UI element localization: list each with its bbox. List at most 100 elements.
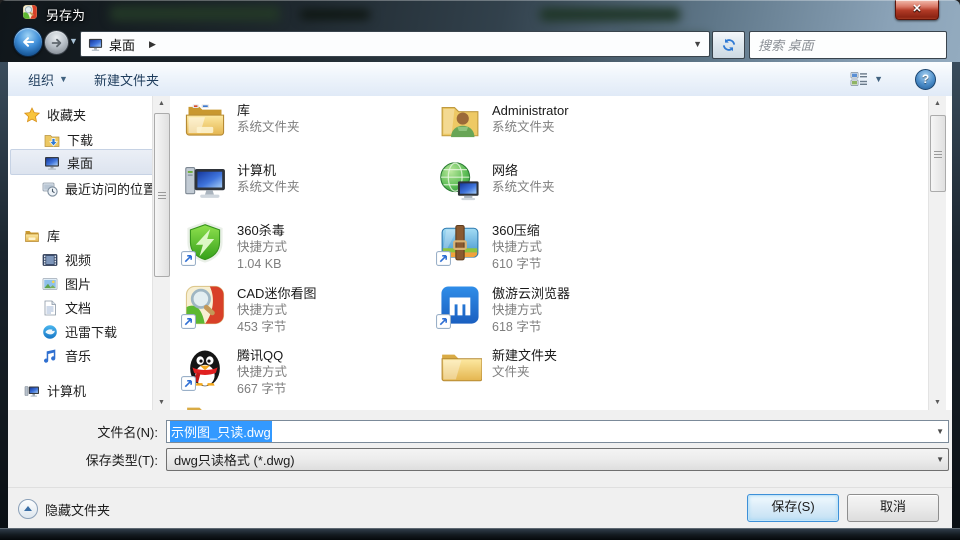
arrow-right-icon [51, 38, 61, 47]
download-folder-icon [44, 132, 60, 148]
file-item-maxthon-browser[interactable]: 傲游云浏览器 快捷方式 618 字节 [438, 283, 686, 336]
window-border-bottom [0, 528, 960, 540]
filename-dropdown-icon[interactable]: ▼ [936, 427, 944, 436]
save-button[interactable]: 保存(S) [747, 494, 839, 522]
file-item-cad-viewer[interactable]: CAD迷你看图 快捷方式 453 字节 [183, 283, 431, 336]
sidebar-item-computer[interactable]: 计算机 [24, 380, 86, 401]
sidebar-item-desktop[interactable]: 桌面 [44, 152, 93, 173]
shortcut-arrow-icon [436, 314, 451, 329]
cancel-button[interactable]: 取消 [847, 494, 939, 522]
libraries-icon [24, 228, 40, 244]
sidebar-item-favorites[interactable]: 收藏夹 [24, 104, 86, 125]
file-item-libraries[interactable]: 库系统文件夹 [183, 100, 431, 144]
sidebar-item-label: 迅雷下载 [65, 325, 118, 340]
network-globe-icon [438, 160, 482, 204]
sidebar-item-libraries[interactable]: 库 [24, 225, 60, 246]
save-as-dialog: 另存为 ✕ ▼ 桌面 ▶ ▼ 组织 ▼ [0, 0, 960, 540]
sidebar-item-label: 视频 [65, 253, 92, 268]
dialog-body: 组织 ▼ 新建文件夹 ▼ ? 收藏夹 下载 桌面 最近访问的位置 库 视频 图片… [8, 62, 952, 529]
address-dropdown-icon[interactable]: ▼ [693, 39, 702, 49]
filetype-value: dwg只读格式 (*.dwg) [174, 453, 295, 468]
scrollbar-thumb[interactable] [154, 113, 170, 277]
sidebar-item-label: 库 [47, 229, 61, 244]
sidebar-item-label: 音乐 [65, 349, 92, 364]
thunder-icon [42, 324, 58, 340]
shortcut-arrow-icon [181, 251, 196, 266]
sidebar-item-pictures[interactable]: 图片 [42, 273, 91, 294]
filetype-select[interactable]: dwg只读格式 (*.dwg) ▼ [166, 448, 949, 471]
recent-pages-dropdown[interactable]: ▼ [69, 36, 78, 46]
chevron-down-icon: ▼ [59, 74, 68, 84]
dialog-button-bar: 隐藏文件夹 保存(S) 取消 [8, 487, 952, 529]
file-item-administrator[interactable]: Administrator 系统文件夹 [438, 100, 686, 144]
scrollbar-thumb[interactable] [930, 115, 946, 192]
music-icon [42, 348, 58, 364]
title-bar[interactable]: 另存为 ✕ [0, 0, 960, 25]
sidebar-item-label: 下载 [67, 133, 94, 148]
refresh-icon [722, 38, 736, 52]
forward-button[interactable] [44, 30, 69, 55]
sidebar-item-videos[interactable]: 视频 [42, 249, 91, 270]
folder-icon [183, 398, 227, 410]
folder-icon [438, 345, 482, 389]
file-item-360-antivirus[interactable]: 360杀毒 快捷方式 1.04 KB [183, 220, 431, 273]
search-input[interactable] [750, 37, 940, 53]
file-item-network[interactable]: 网络 系统文件夹 [438, 160, 686, 204]
sidebar-item-documents[interactable]: 文档 [42, 297, 91, 318]
new-folder-button[interactable]: 新建文件夹 [86, 68, 167, 90]
chevron-down-icon: ▼ [874, 74, 883, 84]
sidebar-item-label: 收藏夹 [47, 108, 87, 123]
app-icon [22, 4, 38, 20]
new-folder-label: 新建文件夹 [94, 72, 160, 88]
shortcut-arrow-icon [181, 376, 196, 391]
qq-penguin-icon [183, 345, 227, 389]
sidebar-item-music[interactable]: 音乐 [42, 345, 91, 366]
sidebar-item-downloads[interactable]: 下载 [44, 129, 93, 150]
breadcrumb[interactable]: 桌面 [109, 35, 135, 54]
filelist-scrollbar[interactable]: ▲ ▼ [928, 96, 946, 410]
breadcrumb-chevron-icon[interactable]: ▶ [149, 39, 156, 50]
change-view-button[interactable]: ▼ [844, 67, 889, 91]
shortcut-arrow-icon [436, 251, 451, 266]
sidebar-item-label: 桌面 [67, 156, 94, 171]
sidebar-item-thunder-downloads[interactable]: 迅雷下载 [42, 321, 117, 342]
hide-folders-label: 隐藏文件夹 [45, 502, 111, 518]
star-icon [24, 107, 40, 123]
computer-icon [24, 383, 40, 399]
file-item-computer[interactable]: 计算机 系统文件夹 [183, 160, 431, 204]
videos-icon [42, 252, 58, 268]
file-item-360-zip[interactable]: 360压缩 快捷方式 610 字节 [438, 220, 686, 273]
list-view-icon [850, 71, 868, 87]
organize-label: 组织 [28, 72, 55, 88]
help-button[interactable]: ? [915, 68, 936, 90]
filename-input[interactable]: 示例图_只读.dwg ▼ [166, 420, 949, 443]
collapse-up-icon [18, 499, 38, 519]
libraries-folder-icon [183, 100, 227, 144]
sidebar-scrollbar[interactable]: ▲ ▼ [152, 96, 170, 410]
filename-value: 示例图_只读.dwg [170, 421, 272, 442]
sidebar-item-recent-places[interactable]: 最近访问的位置 [42, 178, 156, 199]
scroll-up-arrow[interactable]: ▲ [929, 96, 946, 111]
file-item-tencent-qq[interactable]: 腾讯QQ 快捷方式 667 字节 [183, 345, 431, 398]
window-border-left [0, 62, 8, 540]
scroll-down-arrow[interactable]: ▼ [929, 395, 946, 410]
filetype-dropdown-icon[interactable]: ▼ [936, 455, 944, 464]
close-button[interactable]: ✕ [895, 0, 939, 20]
sidebar-item-label: 文档 [65, 301, 92, 316]
back-button[interactable] [13, 27, 43, 57]
address-bar[interactable]: 桌面 ▶ ▼ [80, 31, 710, 57]
desktop-icon [44, 155, 60, 171]
window-chrome: 另存为 ✕ ▼ 桌面 ▶ ▼ [0, 0, 960, 62]
arrow-left-icon [23, 37, 35, 47]
organize-button[interactable]: 组织 ▼ [20, 68, 76, 90]
maxthon-icon [438, 283, 482, 327]
scroll-up-arrow[interactable]: ▲ [153, 96, 170, 111]
hide-folders-button[interactable]: 隐藏文件夹 [18, 499, 110, 519]
scroll-down-arrow[interactable]: ▼ [153, 395, 170, 410]
file-item-new-folder[interactable]: 新建文件夹 文件夹 [438, 345, 686, 389]
sidebar-item-label: 计算机 [47, 384, 87, 399]
refresh-button[interactable] [712, 31, 745, 59]
sidebar-item-label: 最近访问的位置 [65, 182, 157, 197]
filetype-label: 保存类型(T): [85, 453, 158, 468]
file-item-partial[interactable] [183, 398, 431, 410]
